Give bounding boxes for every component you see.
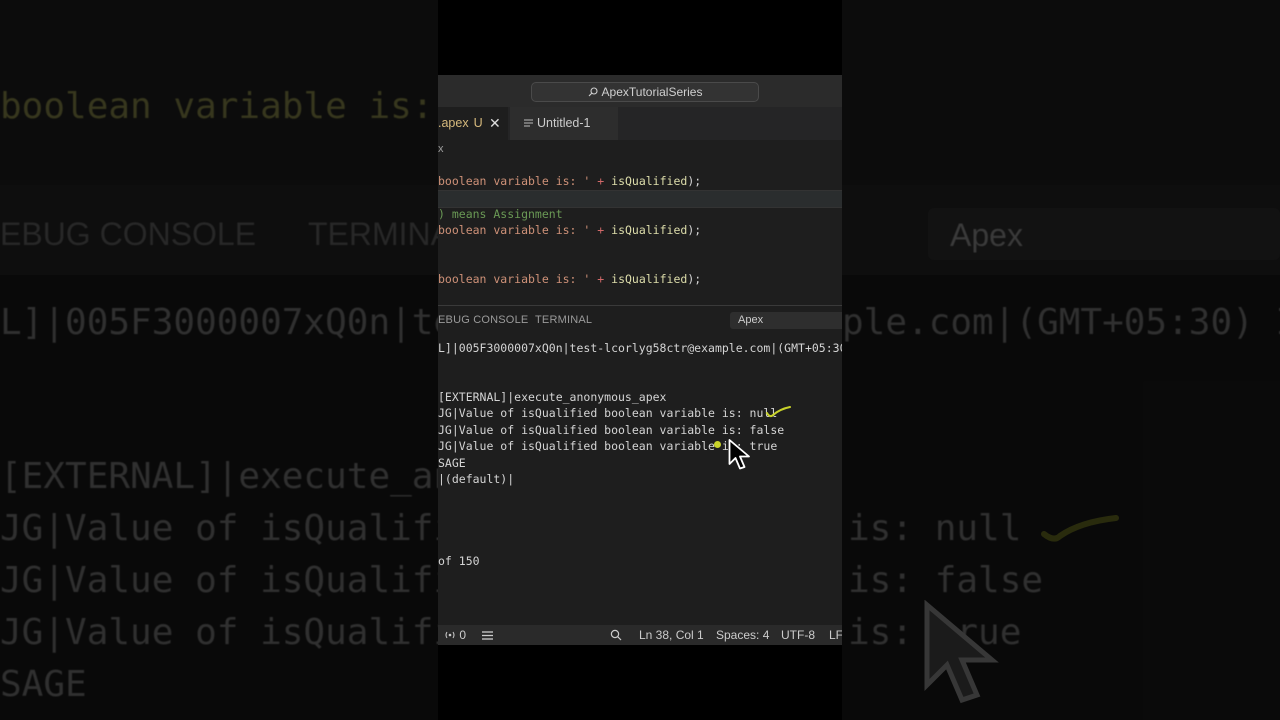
output-line: JG|Value of isQualified boolean variable… bbox=[438, 406, 778, 420]
menu-icon[interactable] bbox=[482, 625, 493, 645]
code-line: boolean variable is: ' + isQualified); bbox=[438, 174, 702, 188]
code-comment: ) means Assignment bbox=[438, 207, 563, 221]
zoom-icon[interactable] bbox=[610, 625, 622, 645]
output-line: JG|Value of isQualified boolean variable… bbox=[438, 423, 785, 437]
tab-label: Untitled-1 bbox=[537, 116, 591, 130]
editor-window: ApexTutorialSeries .apex U ✕ Untitled-1 x… bbox=[438, 0, 842, 720]
output-line: SAGE bbox=[438, 456, 466, 470]
code-line: boolean variable is: ' + isQualified); bbox=[438, 223, 702, 237]
tab-terminal[interactable]: TERMINAL bbox=[535, 305, 592, 335]
output-line: JG|Value of isQualified boolean variable… bbox=[438, 439, 778, 453]
command-center-search[interactable]: ApexTutorialSeries bbox=[531, 82, 759, 102]
current-line-highlight bbox=[438, 190, 842, 208]
output-line: L]|005F3000007xQ0n|test-lcorlyg58ctr@exa… bbox=[438, 341, 842, 355]
magnifier-icon bbox=[610, 629, 622, 641]
search-icon bbox=[588, 87, 598, 97]
mouse-pointer-icon bbox=[728, 439, 750, 470]
untracked-badge: U bbox=[473, 116, 483, 130]
code-line: boolean variable is: ' + isQualified); bbox=[438, 272, 702, 286]
output-line: of 150 bbox=[438, 554, 480, 568]
encoding[interactable]: UTF-8 bbox=[781, 625, 815, 645]
tab-untitled[interactable]: Untitled-1 bbox=[510, 107, 618, 140]
language-select[interactable]: Apex bbox=[730, 312, 842, 329]
line-ending[interactable]: LF bbox=[829, 625, 842, 645]
close-icon[interactable]: ✕ bbox=[489, 107, 501, 140]
cursor-position[interactable]: Ln 38, Col 1 bbox=[639, 625, 704, 645]
ports-count: 0 bbox=[459, 628, 467, 642]
tab-label: .apex bbox=[438, 116, 469, 130]
output-line: [EXTERNAL]|execute_anonymous_apex bbox=[438, 390, 667, 404]
output-line: |(default)| bbox=[438, 472, 515, 486]
broadcast-icon bbox=[445, 631, 455, 639]
indentation[interactable]: Spaces: 4 bbox=[716, 625, 769, 645]
tab-apex-file[interactable]: .apex U ✕ bbox=[438, 107, 508, 140]
tab-debug-console[interactable]: EBUG CONSOLE bbox=[438, 305, 528, 335]
breadcrumb[interactable]: x bbox=[438, 140, 842, 158]
ports-indicator[interactable]: 0 bbox=[444, 625, 466, 645]
annotation-dot bbox=[714, 441, 721, 448]
search-label: ApexTutorialSeries bbox=[601, 85, 703, 99]
text-file-icon bbox=[524, 119, 533, 127]
list-icon bbox=[482, 631, 493, 640]
checkmark-annotation-icon bbox=[766, 406, 791, 418]
